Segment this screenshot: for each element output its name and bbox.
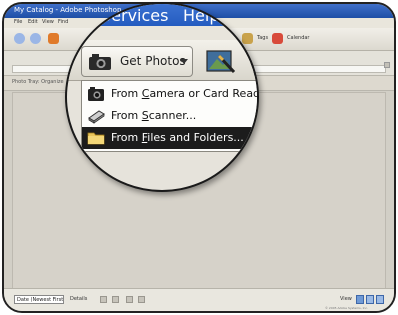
view-single-icon[interactable] [376,295,384,304]
menu-help[interactable]: Help [183,6,219,25]
fix-photo-icon[interactable] [205,48,235,74]
magnified-toolbar: Get Photos [67,40,257,81]
menu-item-label: From Scanner... [111,109,197,122]
scroll-arrow-icon[interactable] [384,62,390,68]
photo-tray-label: Photo Tray: Organize [12,79,64,85]
calendar-icon[interactable] [272,33,283,44]
magnifier-lens: Services Help Get Photos From Camera or … [65,2,259,192]
back-icon[interactable] [14,33,25,44]
view-label: View [340,296,352,302]
menu-edit[interactable]: Edit [28,19,38,25]
get-photos-menu: From Camera or Card Reader... From Scann… [81,80,259,152]
menu-view[interactable]: View [42,19,54,25]
chevron-down-icon [180,59,188,64]
menu-item-from-scanner[interactable]: From Scanner... [82,105,257,127]
menu-file[interactable]: File [14,19,22,25]
calendar-label[interactable]: Calendar [287,35,309,41]
rotate-left-icon[interactable] [100,296,107,303]
home-icon[interactable] [48,33,59,44]
magnified-strip [67,26,257,40]
copyright-text: © 2005 Adobe Systems, Inc. [324,306,368,310]
zoom-icon[interactable] [138,296,145,303]
menu-services[interactable]: Services [101,6,168,25]
scanner-icon [88,110,105,124]
menu-item-from-camera[interactable]: From Camera or Card Reader... [82,83,259,105]
forward-icon[interactable] [30,33,41,44]
get-photos-label: Get Photos [120,54,186,68]
menu-item-label: From Files and Folders... [111,131,244,144]
menu-item-from-files[interactable]: From Files and Folders... [82,127,257,149]
view-grid-icon[interactable] [356,295,364,304]
menu-item-label: From Camera or Card Reader... [111,87,259,100]
get-photos-button[interactable]: Get Photos [81,46,193,77]
status-bar: Date (Newest First) Details View © 2005 … [4,288,394,311]
camera-icon [88,87,104,101]
camera-icon [89,54,111,70]
details-checkbox[interactable]: Details [70,296,87,302]
magnified-menubar: Services Help [67,4,257,26]
view-list-icon[interactable] [366,295,374,304]
delete-icon[interactable] [126,296,133,303]
folder-icon [87,132,105,145]
tags-label[interactable]: Tags [257,35,268,41]
rotate-right-icon[interactable] [112,296,119,303]
sort-order-select[interactable]: Date (Newest First) [14,295,64,304]
